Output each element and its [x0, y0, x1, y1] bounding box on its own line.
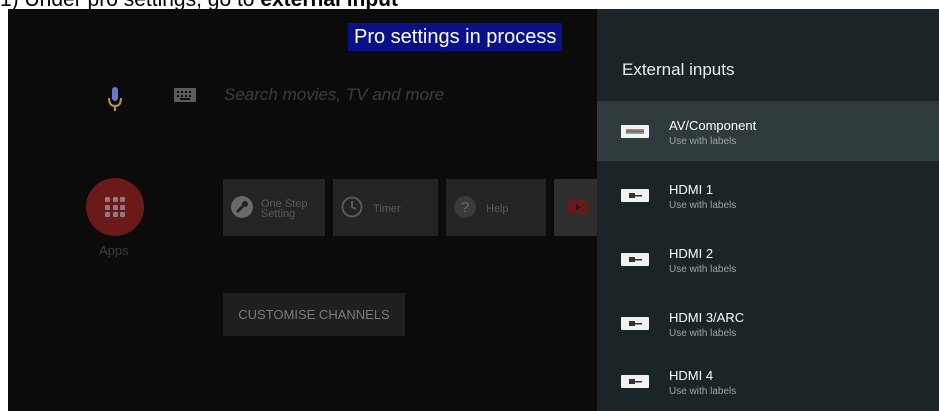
input-item-title: AV/Component	[669, 118, 757, 133]
input-item-av-component[interactable]: AV/Component Use with labels	[597, 101, 939, 161]
input-item-title: HDMI 2	[669, 246, 714, 261]
apps-grid-icon	[105, 197, 125, 217]
hdmi-icon	[621, 253, 649, 266]
svg-text:?: ?	[461, 199, 469, 216]
apps-label: Apps	[99, 243, 129, 258]
av-component-icon	[621, 125, 649, 138]
input-item-subtitle: Use with labels	[669, 264, 737, 275]
clock-icon	[341, 196, 363, 218]
input-item-subtitle: Use with labels	[669, 200, 737, 211]
input-item-hdmi-4[interactable]: HDMI 4 Use with labels	[597, 351, 939, 411]
customise-channels-button[interactable]: CUSTOMISE CHANNELS	[223, 293, 405, 336]
keyboard-icon[interactable]	[174, 88, 196, 102]
tile-help[interactable]: ? Help	[446, 179, 546, 236]
question-icon: ?	[454, 196, 476, 218]
status-banner: Pro settings in process	[348, 23, 563, 51]
input-item-hdmi-2[interactable]: HDMI 2 Use with labels	[597, 229, 939, 289]
tile-timer[interactable]: Timer	[333, 179, 438, 236]
external-inputs-panel: External inputs AV/Component Use with la…	[597, 9, 939, 411]
tile-label: Help	[486, 203, 509, 215]
tile-label-line2: Setting	[261, 208, 296, 220]
microphone-icon[interactable]	[106, 86, 124, 114]
apps-button[interactable]	[86, 178, 144, 236]
input-item-subtitle: Use with labels	[669, 136, 737, 147]
youtube-icon	[568, 200, 588, 214]
hdmi-icon	[621, 317, 649, 330]
input-item-hdmi-1[interactable]: HDMI 1 Use with labels	[597, 165, 939, 225]
input-item-title: HDMI 4	[669, 368, 714, 383]
input-item-title: HDMI 1	[669, 182, 714, 197]
hdmi-icon	[621, 189, 649, 202]
tv-screen: Pro settings in process Search movies, T…	[8, 9, 939, 411]
input-item-subtitle: Use with labels	[669, 386, 737, 397]
hdmi-icon	[621, 375, 649, 388]
panel-title: External inputs	[622, 60, 735, 79]
wrench-icon	[231, 196, 253, 218]
input-item-title: HDMI 3/ARC	[669, 310, 745, 325]
input-item-hdmi-3-arc[interactable]: HDMI 3/ARC Use with labels	[597, 293, 939, 353]
search-input[interactable]: Search movies, TV and more	[224, 85, 444, 105]
tile-label: Timer	[373, 203, 401, 215]
input-item-subtitle: Use with labels	[669, 328, 737, 339]
tile-one-step-setting[interactable]: One Step Setting	[223, 179, 325, 236]
